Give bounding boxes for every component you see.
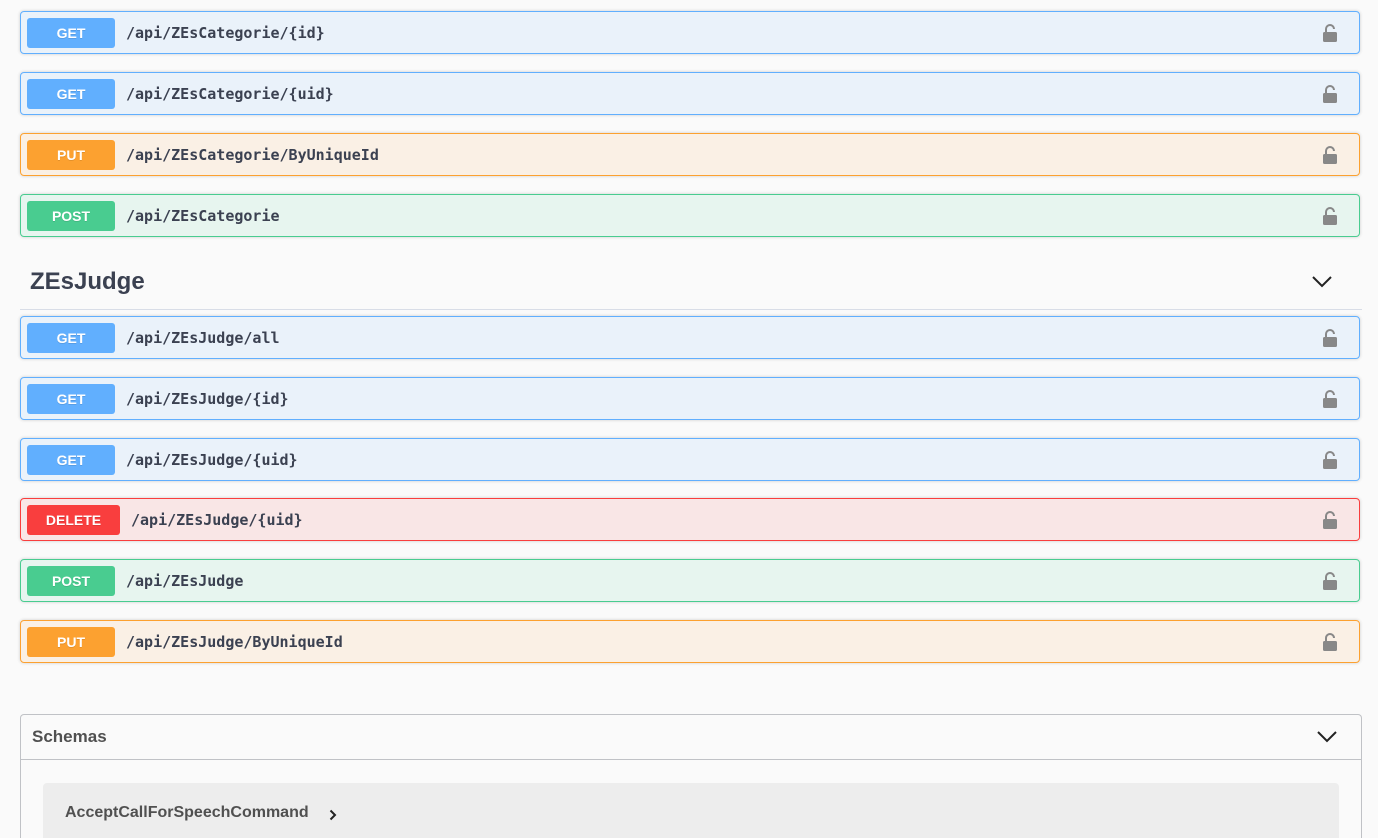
method-badge: GET bbox=[27, 383, 115, 414]
unlocked-padlock-icon[interactable] bbox=[1321, 205, 1339, 227]
method-badge: PUT bbox=[27, 626, 115, 657]
unlocked-padlock-icon[interactable] bbox=[1321, 144, 1339, 166]
schema-model[interactable]: AcceptCallForSpeechCommand bbox=[43, 783, 1339, 838]
schemas-section: Schemas AcceptCallForSpeechCommand bbox=[20, 714, 1362, 838]
method-badge: PUT bbox=[27, 139, 115, 170]
operation-post-judge[interactable]: POST /api/ZEsJudge bbox=[20, 559, 1360, 602]
chevron-down-icon[interactable] bbox=[1310, 270, 1334, 294]
operation-delete-judge-uid[interactable]: DELETE /api/ZEsJudge/{uid} bbox=[20, 498, 1360, 541]
method-badge: POST bbox=[27, 200, 115, 231]
schemas-title: Schemas bbox=[32, 727, 107, 746]
operation-path: /api/ZEsCategorie/{id} bbox=[126, 23, 325, 42]
unlocked-padlock-icon[interactable] bbox=[1321, 631, 1339, 653]
operation-path: /api/ZEsCategorie/ByUniqueId bbox=[126, 145, 379, 164]
operation-get-categorie-id[interactable]: GET /api/ZEsCategorie/{id} bbox=[20, 11, 1360, 54]
operation-path: /api/ZEsJudge bbox=[126, 571, 244, 590]
operation-post-categorie[interactable]: POST /api/ZEsCategorie bbox=[20, 194, 1360, 237]
method-badge: GET bbox=[27, 322, 115, 353]
unlocked-padlock-icon[interactable] bbox=[1321, 388, 1339, 410]
operation-get-judge-id[interactable]: GET /api/ZEsJudge/{id} bbox=[20, 377, 1360, 420]
operation-get-categorie-uid[interactable]: GET /api/ZEsCategorie/{uid} bbox=[20, 72, 1360, 115]
method-badge: GET bbox=[27, 17, 115, 48]
operation-get-judge-all[interactable]: GET /api/ZEsJudge/all bbox=[20, 316, 1360, 359]
unlocked-padlock-icon[interactable] bbox=[1321, 22, 1339, 44]
operation-path: /api/ZEsJudge/{uid} bbox=[131, 510, 303, 529]
unlocked-padlock-icon[interactable] bbox=[1321, 570, 1339, 592]
operation-path: /api/ZEsJudge/{id} bbox=[126, 389, 289, 408]
operation-path: /api/ZEsCategorie/{uid} bbox=[126, 84, 334, 103]
tag-section-header[interactable]: ZEsJudge bbox=[20, 254, 1362, 310]
operation-path: /api/ZEsJudge/ByUniqueId bbox=[126, 632, 343, 651]
method-badge: GET bbox=[27, 444, 115, 475]
schema-model-name[interactable]: AcceptCallForSpeechCommand bbox=[65, 804, 309, 822]
method-badge: GET bbox=[27, 78, 115, 109]
unlocked-padlock-icon[interactable] bbox=[1321, 449, 1339, 471]
operation-put-judge-byuniqueid[interactable]: PUT /api/ZEsJudge/ByUniqueId bbox=[20, 620, 1360, 663]
operation-path: /api/ZEsCategorie bbox=[126, 206, 280, 225]
swagger-ui: GET /api/ZEsCategorie/{id} GET /api/ZEsC… bbox=[0, 0, 1378, 838]
schemas-header[interactable]: Schemas bbox=[21, 715, 1361, 760]
method-badge: POST bbox=[27, 565, 115, 596]
unlocked-padlock-icon[interactable] bbox=[1321, 509, 1339, 531]
chevron-right-icon[interactable] bbox=[327, 809, 339, 821]
unlocked-padlock-icon[interactable] bbox=[1321, 327, 1339, 349]
operation-put-categorie-byuniqueid[interactable]: PUT /api/ZEsCategorie/ByUniqueId bbox=[20, 133, 1360, 176]
operation-get-judge-uid[interactable]: GET /api/ZEsJudge/{uid} bbox=[20, 438, 1360, 481]
method-badge: DELETE bbox=[27, 504, 120, 535]
tag-title: ZEsJudge bbox=[30, 267, 145, 295]
unlocked-padlock-icon[interactable] bbox=[1321, 83, 1339, 105]
operation-path: /api/ZEsJudge/all bbox=[126, 328, 280, 347]
chevron-down-icon[interactable] bbox=[1315, 725, 1339, 749]
operation-path: /api/ZEsJudge/{uid} bbox=[126, 450, 298, 469]
